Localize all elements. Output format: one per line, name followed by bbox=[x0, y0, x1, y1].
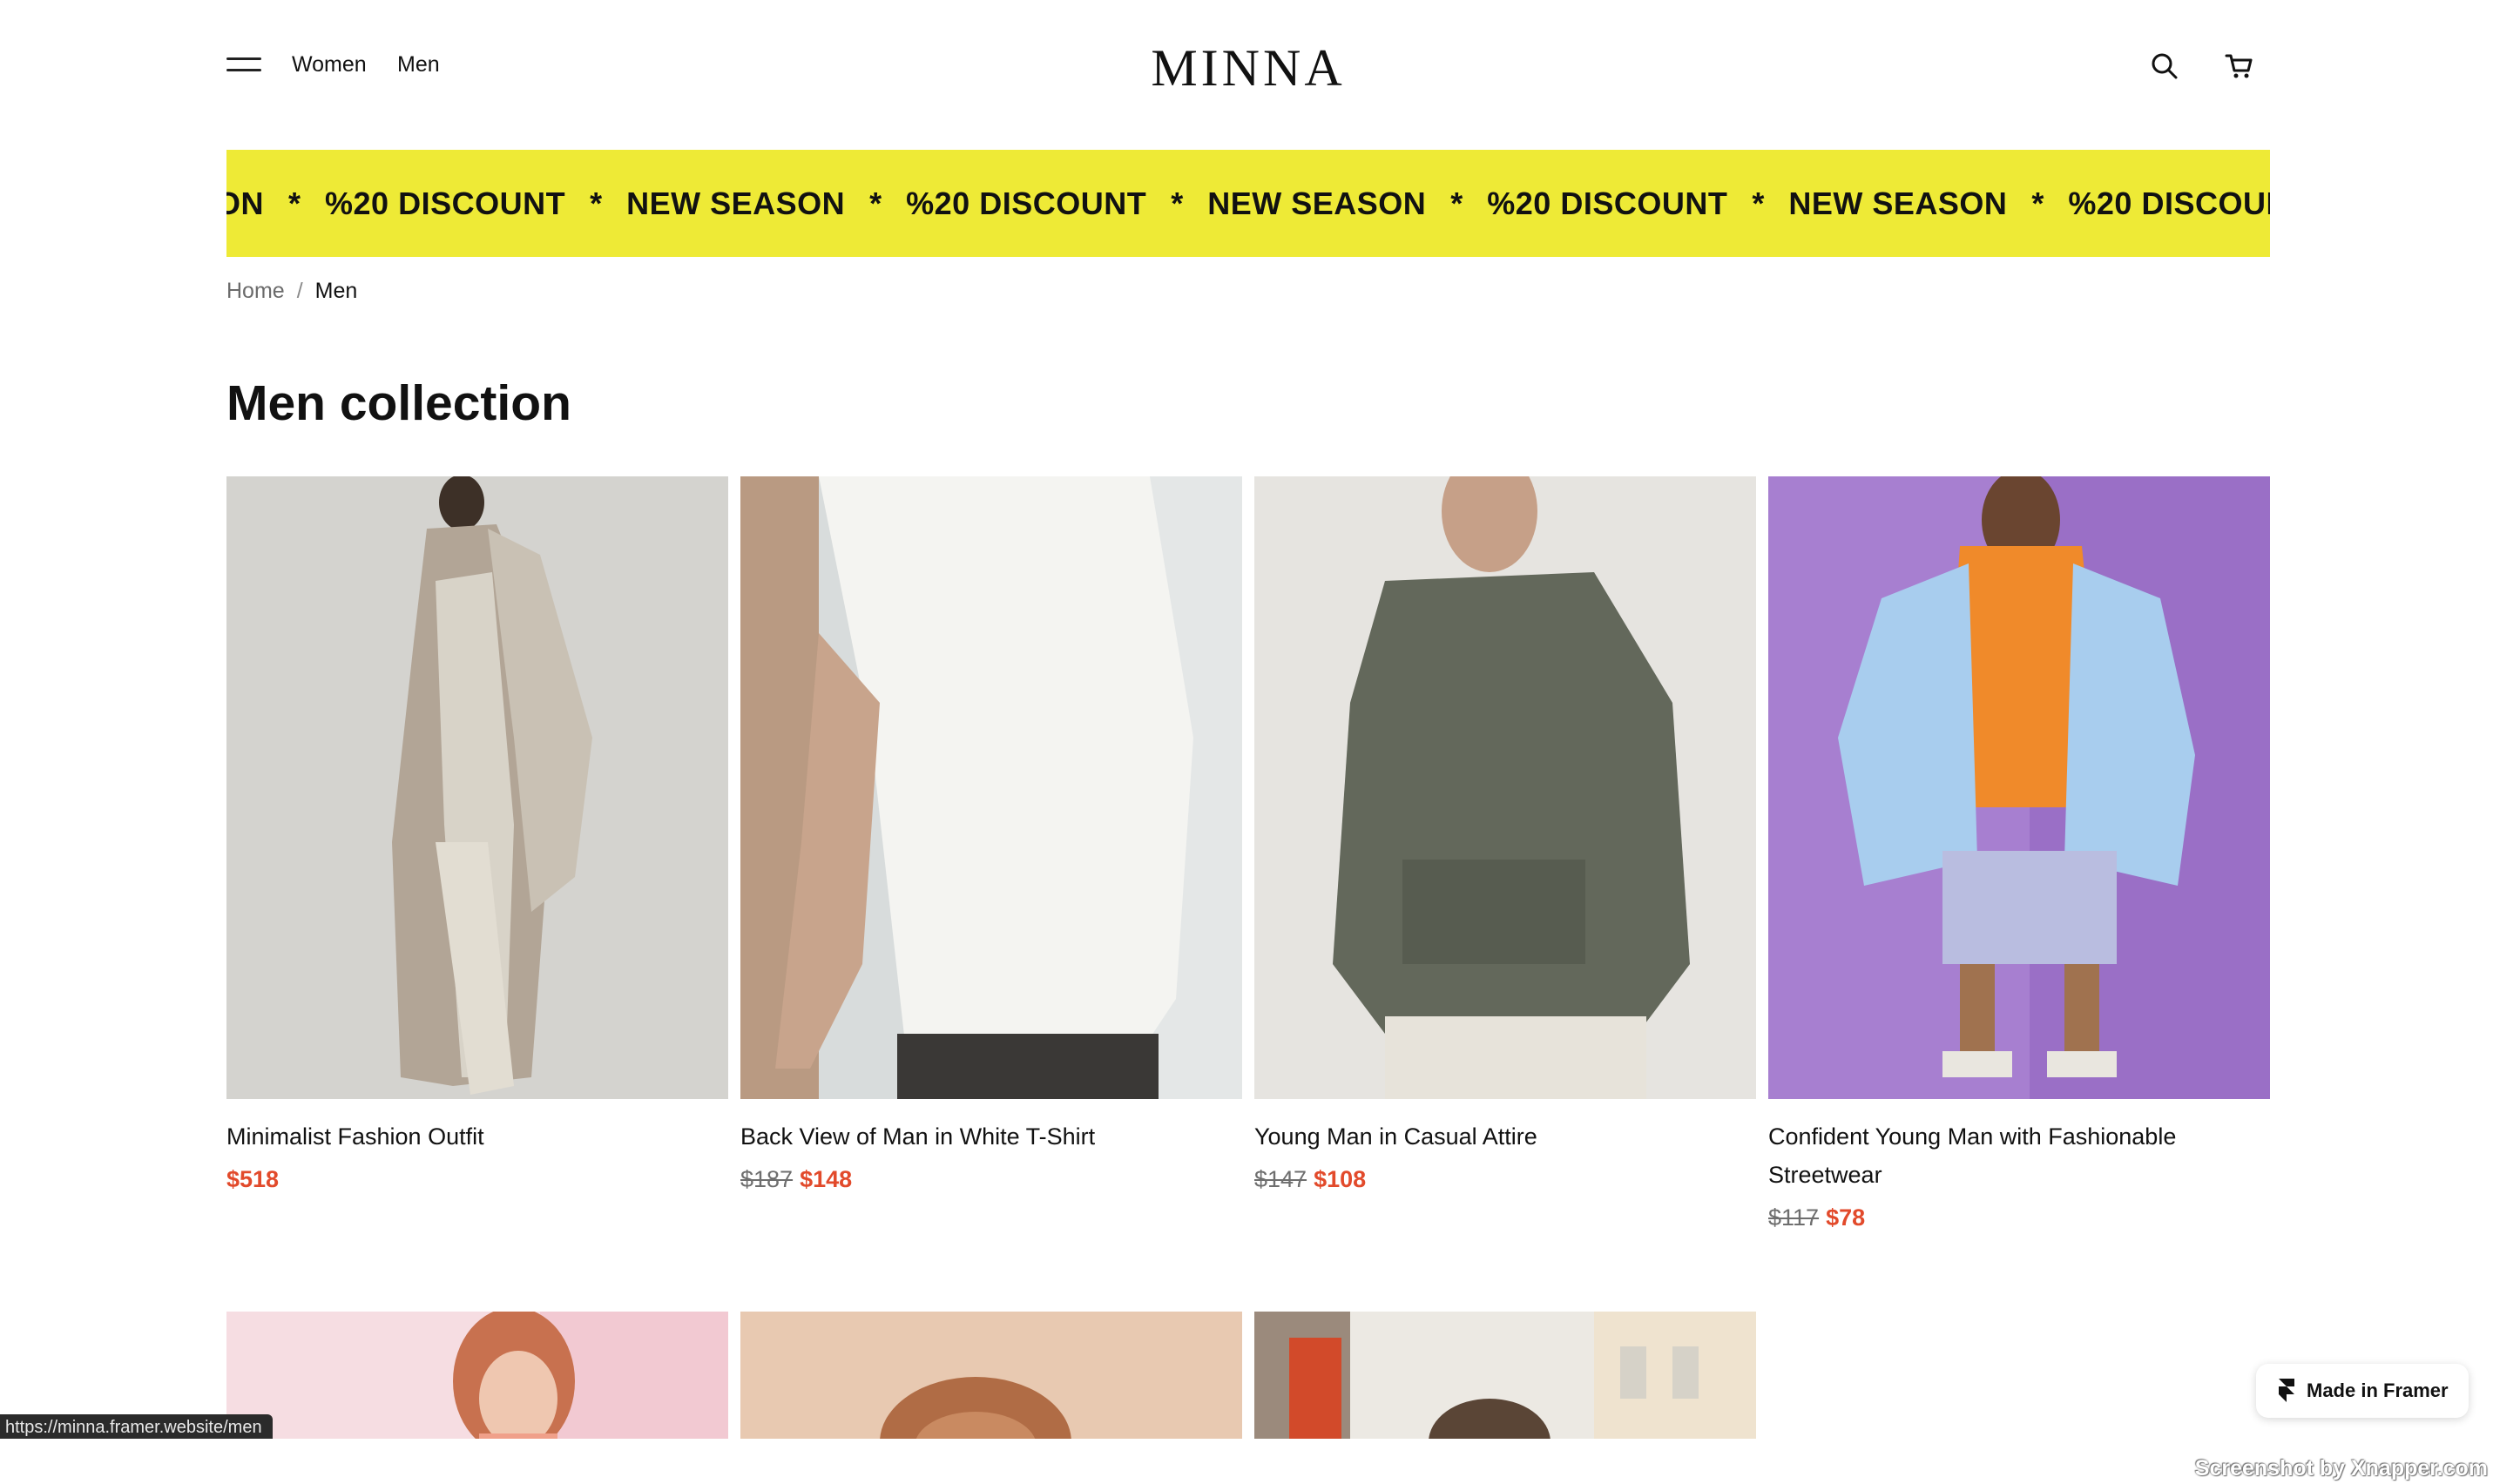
product-title[interactable]: Back View of Man in White T-Shirt bbox=[740, 1117, 1237, 1156]
product-price: $78 bbox=[1826, 1204, 1866, 1231]
marquee-item: NEW SEASON bbox=[626, 185, 846, 221]
nav-link-women[interactable]: Women bbox=[292, 52, 367, 78]
product-price: $148 bbox=[800, 1166, 853, 1192]
product-old-price: $187 bbox=[740, 1166, 794, 1192]
marquee-star: * bbox=[2031, 185, 2044, 221]
status-bar-url: https://minna.framer.website/men bbox=[0, 1414, 273, 1439]
marquee-star: * bbox=[288, 185, 301, 221]
nav-link-men[interactable]: Men bbox=[397, 52, 440, 78]
marquee-item: %20 DISCOUNT bbox=[325, 185, 566, 221]
search-icon[interactable] bbox=[2149, 51, 2180, 82]
site-header: Women Men MINNA bbox=[226, 33, 2270, 98]
product-image[interactable] bbox=[1254, 1312, 1756, 1439]
product-price-row: $518 bbox=[226, 1166, 279, 1193]
marquee-track: ON * %20 DISCOUNT * NEW SEASON * %20 DISCOU… bbox=[226, 150, 2270, 257]
page-title: Men collection bbox=[226, 375, 571, 431]
marquee-star: * bbox=[1171, 185, 1184, 221]
product-price-row: $187 $148 bbox=[740, 1166, 852, 1193]
marquee-star: * bbox=[1752, 185, 1765, 221]
breadcrumb: Home / Men bbox=[226, 279, 357, 304]
marquee-item: %20 DISCOUNT bbox=[1487, 185, 1728, 221]
marquee-star: * bbox=[1450, 185, 1463, 221]
breadcrumb-current: Men bbox=[314, 279, 358, 303]
marquee-item: %20 DISCOUNT bbox=[2068, 185, 2270, 221]
watermark: Screenshot by Xnapper.com bbox=[2194, 1456, 2488, 1481]
product-price-row: $147 $108 bbox=[1254, 1166, 1366, 1193]
marquee-item: NEW SEASON bbox=[1788, 185, 2008, 221]
framer-badge-label: Made in Framer bbox=[2307, 1379, 2449, 1401]
page: Women Men MINNA ON * %20 DISCOUNT * NEW SE… bbox=[0, 0, 2493, 1439]
marquee-star: * bbox=[869, 185, 882, 221]
marquee-item: ON bbox=[226, 185, 264, 221]
framer-logo-icon bbox=[2279, 1379, 2294, 1402]
marquee-star: * bbox=[590, 185, 603, 221]
product-image[interactable] bbox=[226, 1312, 728, 1439]
breadcrumb-home-link[interactable]: Home bbox=[226, 279, 285, 303]
hamburger-menu-icon[interactable] bbox=[226, 57, 261, 75]
product-price: $108 bbox=[1314, 1166, 1367, 1192]
product-image[interactable] bbox=[226, 476, 728, 1099]
product-title[interactable]: Young Man in Casual Attire bbox=[1254, 1117, 1751, 1156]
product-old-price: $147 bbox=[1254, 1166, 1307, 1192]
site-logo[interactable]: MINNA bbox=[1151, 39, 1345, 97]
product-price-row: $117 $78 bbox=[1768, 1204, 1865, 1231]
product-old-price: $117 bbox=[1768, 1204, 1820, 1231]
product-image[interactable] bbox=[740, 476, 1242, 1099]
product-title[interactable]: Confident Young Man with Fashionable Str… bbox=[1768, 1117, 2265, 1194]
promo-marquee-banner: ON * %20 DISCOUNT * NEW SEASON * %20 DISCOU… bbox=[226, 150, 2270, 257]
made-in-framer-badge[interactable]: Made in Framer bbox=[2256, 1364, 2469, 1418]
marquee-item: %20 DISCOUNT bbox=[906, 185, 1147, 221]
product-price: $518 bbox=[226, 1166, 280, 1192]
logo-wrapper: MINNA bbox=[226, 38, 2270, 98]
product-image[interactable] bbox=[1768, 476, 2270, 1099]
marquee-item: NEW SEASON bbox=[1207, 185, 1427, 221]
cart-icon[interactable] bbox=[2224, 51, 2255, 82]
product-image[interactable] bbox=[740, 1312, 1242, 1439]
product-title[interactable]: Minimalist Fashion Outfit bbox=[226, 1117, 723, 1156]
product-image[interactable] bbox=[1254, 476, 1756, 1099]
breadcrumb-separator: / bbox=[296, 279, 303, 303]
